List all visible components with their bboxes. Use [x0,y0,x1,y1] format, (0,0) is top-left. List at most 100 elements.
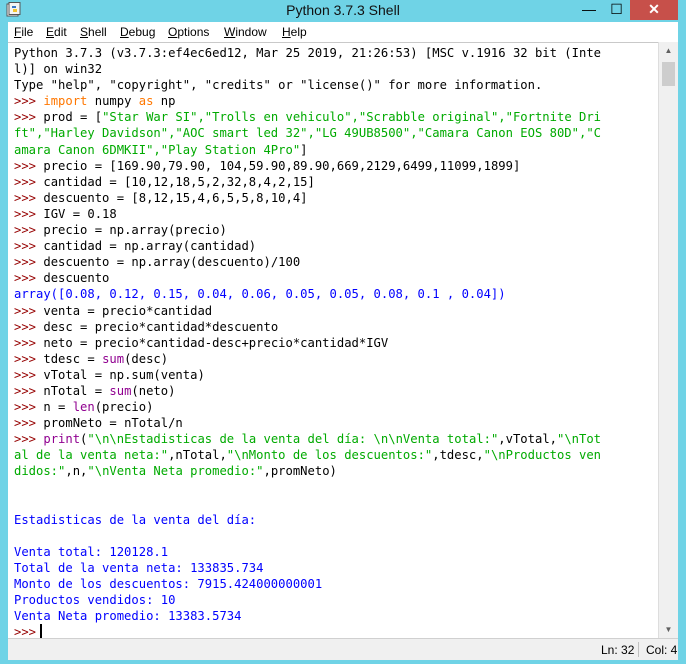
code-text: np [160,94,176,109]
code-text: ,promNeto) [263,464,337,479]
code-line: >>> prod = ["Star War SI","Trolls en veh… [14,109,601,125]
prompt: >>> [14,335,37,350]
prompt: >>> [14,271,37,286]
code-text: descuento = np.array(descuento)/100 [36,255,301,270]
scroll-thumb[interactable] [662,62,675,86]
prompt: >>> [14,158,37,173]
prompt: >>> [14,190,37,205]
code-line: >>> print("\n\nEstadisticas de la venta … [14,432,602,447]
code-text: (desc) [124,351,169,366]
code-line: >>> tdesc = sum(desc) [14,351,601,367]
string-literal: "\nMonto de los descuentos:" [226,448,433,463]
menu-help[interactable]: Help [282,25,307,39]
code-text: ,vTotal, [498,432,557,447]
prompt: >>> [14,416,37,431]
code-text: promNeto = nTotal/n [36,416,183,431]
code-line: >>> cantidad = [10,12,18,5,2,32,8,4,2,15… [14,174,601,190]
status-bar: Ln: 32 Col: 4 [8,638,678,660]
code-line: didos:",n,"\nVenta Neta promedio:",promN… [14,463,601,479]
builtin: sum [102,351,125,366]
code-text: tdesc = [36,351,103,366]
code-text: desc = precio*cantidad*descuento [36,319,279,334]
line-number: Ln: 32 [601,643,635,657]
output-line: Total de la venta neta: 133835.734 [14,561,264,575]
string-literal: "Star War SI","Trolls en vehiculo","Scra… [102,110,602,125]
minimize-button[interactable]: — [575,0,603,20]
prompt: >>> [14,351,37,366]
code-line: >>> import numpy as np [14,93,601,109]
code-line: >>> descuento = np.array(descuento)/100 [14,254,601,270]
code-line: amara Canon 6DMKII","Play Station 4Pro"] [14,142,601,158]
code-line: >>> desc = precio*cantidad*descuento [14,319,601,335]
code-text: ] [300,142,308,157]
shell-text-area[interactable]: Python 3.7.3 (v3.7.3:ef4ec6ed12, Mar 25 … [8,42,658,639]
input-line[interactable]: >>> [14,624,601,639]
vertical-scrollbar[interactable]: ▲ ▼ [658,42,678,638]
prompt: >>> [14,239,37,254]
scroll-up-arrow-icon[interactable]: ▲ [659,42,678,59]
code-text: vTotal = np.sum(venta) [36,367,205,382]
maximize-button[interactable]: ☐ [603,0,630,20]
prompt: >>> [14,255,37,270]
prompt: >>> [14,383,37,398]
menu-file[interactable]: File [14,25,33,39]
output-line: Venta Neta promedio: 13383.5734 [14,609,242,624]
builtin: print [43,432,81,447]
status-separator [638,642,639,657]
prompt: >>> [14,319,37,334]
prompt: >>> [14,223,37,238]
code-line: >>> descuento [14,270,601,286]
code-text: cantidad = [10,12,18,5,2,32,8,4,2,15] [36,174,315,189]
title-bar[interactable]: Python 3.7.3 Shell — ☐ ✕ [0,0,686,22]
string-literal: didos:" [14,464,66,479]
prompt: >>> [14,94,37,109]
banner-line: Type "help", "copyright", "credits" or "… [14,78,543,93]
output-line: Estadisticas de la venta del día: [14,512,257,527]
menu-debug[interactable]: Debug [120,25,155,39]
string-literal: "\n\nEstadisticas de la venta del día: \… [87,432,499,447]
keyword: import [43,94,88,109]
menu-options[interactable]: Options [168,25,209,39]
menu-shell[interactable]: Shell [80,25,107,39]
code-text: IGV = 0.18 [36,206,117,221]
code-text: ,nTotal, [168,448,227,463]
banner-line: l)] on win32 [14,62,103,77]
code-text: venta = precio*cantidad [36,303,213,318]
code-text: nTotal = [36,383,110,398]
string-literal: "\nTot [557,432,602,447]
string-literal: amara Canon 6DMKII","Play Station 4Pro" [14,142,301,157]
keyword: as [138,94,154,109]
code-text: precio = [169.90,79.90, 104,59.90,89.90,… [36,158,521,173]
code-text: precio = np.array(precio) [36,223,227,238]
text-cursor [40,624,43,639]
output-line: Monto de los descuentos: 7915.4240000000… [14,577,323,592]
builtin: sum [109,383,132,398]
code-text: prod = [ [36,110,103,125]
menu-window[interactable]: Window [224,25,267,39]
prompt: >>> [14,303,37,318]
prompt: >>> [14,206,37,221]
string-literal: "\nVenta Neta promedio:" [87,464,264,479]
menu-bar: File Edit Shell Debug Options Window Hel… [8,22,678,42]
code-text: cantidad = np.array(cantidad) [36,239,257,254]
column-number: Col: 4 [646,643,678,657]
menu-edit[interactable]: Edit [46,25,67,39]
prompt: >>> [14,174,37,189]
code-text: ,n, [65,464,88,479]
close-button[interactable]: ✕ [630,0,678,20]
code-text: (precio) [94,400,154,415]
output-line: Productos vendidos: 10 [14,593,176,608]
code-line: >>> precio = np.array(precio) [14,222,601,238]
prompt: >>> [14,367,37,382]
code-line: >>> promNeto = nTotal/n [14,415,601,431]
scroll-down-arrow-icon[interactable]: ▼ [659,621,678,638]
code-line: >>> n = len(precio) [14,399,601,415]
shell-lines: Python 3.7.3 (v3.7.3:ef4ec6ed12, Mar 25 … [14,45,601,639]
idle-shell-window: Python 3.7.3 Shell — ☐ ✕ File Edit Shell… [0,0,686,664]
code-text: ,tdesc, [432,448,484,463]
code-line: >>> venta = precio*cantidad [14,303,601,319]
code-text: neto = precio*cantidad-desc+precio*canti… [36,335,389,350]
prompt: >>> [14,625,37,639]
banner-line: Python 3.7.3 (v3.7.3:ef4ec6ed12, Mar 25 … [14,46,601,60]
